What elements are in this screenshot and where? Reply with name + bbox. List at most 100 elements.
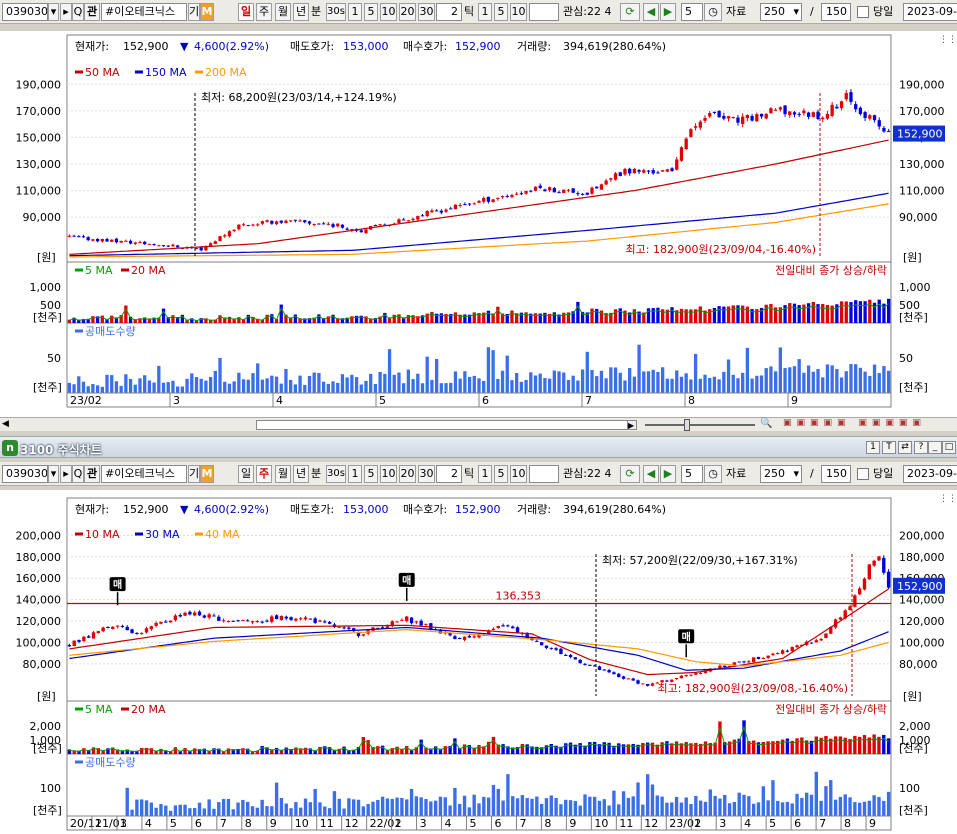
window-button-t[interactable]: T: [882, 441, 896, 454]
sec30-button[interactable]: 30s: [326, 3, 346, 21]
dropdown-arrow-button[interactable]: ▾: [48, 3, 59, 21]
scroll-track[interactable]: [256, 420, 636, 430]
period-day-button-2[interactable]: 일: [238, 465, 254, 483]
volume-legend-label: 20 MA: [131, 703, 166, 716]
period-week-button-2[interactable]: 주: [256, 465, 272, 483]
panel-settings-icon[interactable]: ⋮⋮: [939, 33, 957, 49]
today-checkbox[interactable]: [857, 6, 869, 18]
candle-body: [91, 632, 96, 639]
search-q-button[interactable]: Q: [72, 3, 84, 21]
data-count-select[interactable]: 250 ▾: [760, 3, 802, 21]
clock-icon-button-2[interactable]: ◷: [704, 465, 722, 483]
interest-gwan-button-2[interactable]: 관: [84, 465, 100, 483]
min-1-button-2[interactable]: 1: [348, 465, 362, 483]
volume-bar: [797, 305, 801, 323]
refresh-button[interactable]: ⟳: [620, 3, 640, 21]
short-bar: [125, 787, 129, 816]
period-year-button[interactable]: 년: [293, 3, 309, 21]
candle-body: [557, 192, 561, 194]
min-20-button[interactable]: 20: [399, 3, 416, 21]
window-button-1[interactable]: 1: [866, 441, 880, 454]
stock-name-field[interactable]: #이오테크닉스: [101, 3, 187, 21]
search-q-button-2[interactable]: Q: [72, 465, 84, 483]
min-30-button[interactable]: 30: [418, 3, 435, 21]
tick-custom-input-2[interactable]: [529, 465, 559, 483]
scroll-right-button[interactable]: ▶: [627, 420, 637, 430]
refresh-button-2[interactable]: ⟳: [620, 465, 640, 483]
short-bar: [645, 774, 650, 816]
tick-10-button-2[interactable]: 10: [510, 465, 527, 483]
next-arrow-button-2[interactable]: ▸: [60, 465, 72, 483]
window-button-link[interactable]: ⇄: [898, 441, 912, 454]
tick-1-button-2[interactable]: 1: [478, 465, 492, 483]
zoom-slider[interactable]: [645, 424, 755, 426]
min-5-button[interactable]: 5: [364, 3, 378, 21]
short-bar: [154, 807, 158, 816]
price-info-bar-2: 현재가: 152,900 ▼ 4,600(2.92%) 매도호가: 153,00…: [67, 500, 891, 520]
tick-value-input-2[interactable]: 2: [436, 465, 462, 483]
step-input[interactable]: 5: [681, 3, 703, 21]
min-30-button-2[interactable]: 30: [418, 465, 435, 483]
total-count-input[interactable]: 150: [821, 3, 851, 21]
short-bar: [260, 379, 265, 393]
candle-body: [573, 657, 578, 660]
play-button[interactable]: ▶: [660, 3, 676, 21]
period-year-button-2[interactable]: 년: [293, 465, 309, 483]
period-month-button-2[interactable]: 월: [275, 465, 291, 483]
maximize-button[interactable]: □: [942, 441, 956, 454]
tick-10-button[interactable]: 10: [510, 3, 527, 21]
play-button-2[interactable]: ▶: [660, 465, 676, 483]
sec30-button-2[interactable]: 30s: [326, 465, 346, 483]
short-bar: [571, 375, 575, 393]
candle-body: [171, 244, 175, 247]
tag-m-button[interactable]: M: [200, 3, 214, 21]
tag-gi-button-2[interactable]: 기: [188, 465, 200, 483]
tag-m-button-2[interactable]: M: [200, 465, 214, 483]
panel-settings-icon-2[interactable]: ⋮⋮: [939, 492, 957, 508]
window-button-help[interactable]: ?: [914, 441, 928, 454]
step-input-2[interactable]: 5: [681, 465, 703, 483]
clock-icon-button[interactable]: ◷: [704, 3, 722, 21]
total-count-input-2[interactable]: 150: [821, 465, 851, 483]
today-checkbox-2[interactable]: [857, 468, 869, 480]
min-20-button-2[interactable]: 20: [399, 465, 416, 483]
candle-body: [246, 620, 250, 622]
date-input-2[interactable]: 2023-09-1: [903, 465, 957, 483]
data-count-select-2[interactable]: 250 ▾: [760, 465, 802, 483]
stock-name-field-2[interactable]: #이오테크닉스: [101, 465, 187, 483]
period-week-button[interactable]: 주: [256, 3, 272, 21]
tick-1-button[interactable]: 1: [478, 3, 492, 21]
tick-custom-input[interactable]: [529, 3, 559, 21]
candle-body: [736, 117, 740, 123]
tick-5-button[interactable]: 5: [494, 3, 508, 21]
min-5-button-2[interactable]: 5: [364, 465, 378, 483]
period-month-button[interactable]: 월: [275, 3, 291, 21]
short-bar: [621, 791, 626, 816]
scroll-left-button[interactable]: ◀: [2, 419, 12, 430]
minimize-button[interactable]: _: [928, 441, 942, 454]
stock-code-input-2[interactable]: 039030: [2, 465, 48, 483]
dropdown-arrow-button-2[interactable]: ▾: [48, 465, 59, 483]
date-input[interactable]: 2023-09-1: [903, 3, 957, 21]
tick-5-button-2[interactable]: 5: [494, 465, 508, 483]
interest-gwan-button[interactable]: 관: [84, 3, 100, 21]
min-10-button-2[interactable]: 10: [380, 465, 397, 483]
tick-value-input[interactable]: 2: [436, 3, 462, 21]
tool-icons[interactable]: ▣▣▣▣▣ ▣▣▣▣▣: [783, 418, 926, 428]
short-bar: [843, 794, 847, 816]
min-1-button[interactable]: 1: [348, 3, 362, 21]
prev-button[interactable]: ◀: [643, 3, 659, 21]
zoom-icon[interactable]: 🔍: [760, 418, 772, 429]
prev-button-2[interactable]: ◀: [643, 465, 659, 483]
stock-code-input[interactable]: 039030: [2, 3, 48, 21]
zoom-slider-thumb[interactable]: [684, 419, 690, 431]
next-arrow-button[interactable]: ▸: [60, 3, 72, 21]
candle-body: [101, 627, 105, 632]
short-bar: [694, 795, 698, 816]
candle-body: [684, 675, 688, 677]
period-day-button[interactable]: 일: [238, 3, 254, 21]
tag-gi-button[interactable]: 기: [188, 3, 200, 21]
min-10-button[interactable]: 10: [380, 3, 397, 21]
short-bar: [299, 807, 303, 816]
chart-scrollbar[interactable]: ◀ ▶ 🔍 ▣▣▣▣▣ ▣▣▣▣▣: [0, 417, 957, 431]
